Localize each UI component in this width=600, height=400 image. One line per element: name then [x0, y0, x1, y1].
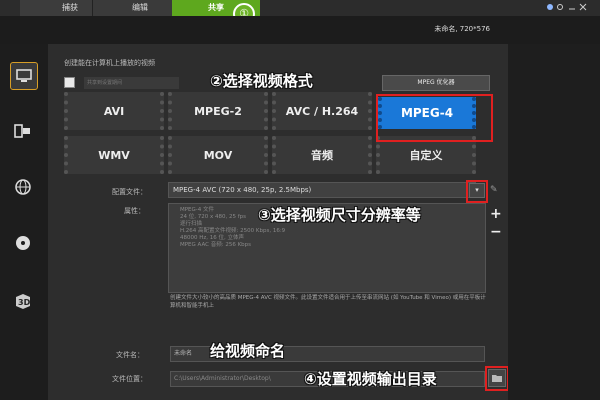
attribute-line: 48000 Hz, 16 位, 立体声 [180, 235, 245, 241]
svg-text:3D: 3D [18, 298, 31, 307]
share-checkbox[interactable] [64, 77, 75, 88]
mpeg-optimizer-button[interactable]: MPEG 优化器 [382, 75, 490, 91]
attributes-label: 属性： [124, 207, 145, 215]
status-bar [0, 16, 600, 44]
format-mpeg2[interactable]: MPEG-2 [168, 92, 268, 130]
attribute-line: H.264 高配置文件视频: 2500 Kbps, 16:9 [180, 228, 286, 234]
annotation-step-3: ③选择视频尺寸分辨率等 [258, 206, 421, 224]
annotation-step-2: ②选择视频格式 [210, 72, 313, 90]
annotation-step-4: ④设置视频输出目录 [304, 370, 437, 388]
profile-label: 配置文件： [112, 188, 147, 196]
device-icon[interactable] [10, 118, 36, 144]
pencil-icon[interactable]: ✎ [490, 185, 498, 195]
disc-icon[interactable] [10, 230, 36, 256]
format-avi[interactable]: AVI [64, 92, 164, 130]
highlight-box-mpeg4 [376, 94, 493, 142]
globe-icon[interactable] [10, 174, 36, 200]
profile-select[interactable]: MPEG-4 AVC (720 x 480, 25p, 2.5Mbps) [168, 182, 476, 198]
highlight-box-dropdown [466, 180, 488, 203]
filename-label: 文件名： [116, 351, 144, 359]
checkbox-label: 共享到设置期间 [84, 77, 179, 89]
format-avc-h264[interactable]: AVC / H.264 [272, 92, 372, 130]
project-info: 未命名, 720*576 [434, 25, 490, 33]
section-title: 创建能在计算机上播放的视频 [64, 59, 155, 67]
format-wmv[interactable]: WMV [64, 136, 164, 174]
annotation-name-video: 给视频命名 [210, 342, 286, 360]
format-mov[interactable]: MOV [168, 136, 268, 174]
background-panel [508, 44, 600, 400]
plus-icon[interactable]: + [490, 206, 502, 222]
minus-icon[interactable]: − [490, 224, 502, 240]
window-controls[interactable] [545, 1, 589, 15]
location-label: 文件位置： [112, 375, 147, 383]
settings-icon[interactable] [545, 1, 589, 13]
attribute-line: MPEG AAC 音频: 256 Kbps [180, 242, 252, 248]
format-audio[interactable]: 音频 [272, 136, 372, 174]
profile-description: 创建文件大小较小的高品质 MPEG-4 AVC 视频文件。此设置文件适合用于上传… [170, 295, 486, 309]
highlight-box-folder [485, 366, 509, 391]
sidebar [0, 44, 48, 400]
3d-icon[interactable]: 3D [10, 288, 36, 314]
computer-icon[interactable] [10, 62, 38, 90]
